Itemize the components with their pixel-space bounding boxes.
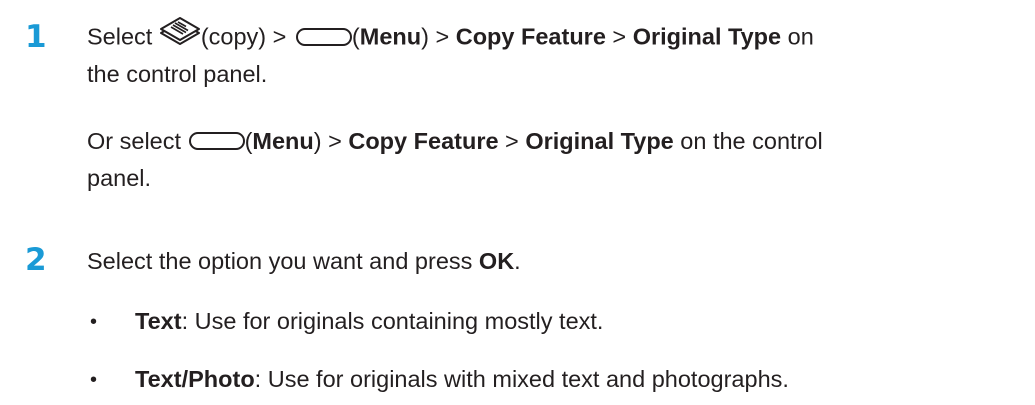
menu-label: Menu xyxy=(252,128,314,154)
instruction-text: ) > xyxy=(313,128,349,154)
instruction-text: on xyxy=(781,23,814,50)
instruction-text: ( xyxy=(351,23,360,50)
instruction-text: Or select xyxy=(87,128,188,154)
step-1-instruction-line-2: the control panel. xyxy=(87,61,268,87)
step-1-instruction: Select (copy) > (Menu) > Copy Feature > … xyxy=(87,17,1033,60)
step-number: 2 xyxy=(25,242,47,278)
step-1-alternative: Or select (Menu) > Copy Feature > Origin… xyxy=(87,122,1033,160)
ok-label: OK xyxy=(478,248,515,274)
step-2-instruction: Select the option you want and press OK. xyxy=(87,242,1033,280)
instruction-text: on the control xyxy=(673,128,823,154)
option-description: : Use for originals containing mostly te… xyxy=(181,308,604,334)
option-term: Text xyxy=(135,308,182,334)
bullet-marker: • xyxy=(90,369,98,391)
menu-button-icon xyxy=(188,131,245,150)
copy-icon xyxy=(159,15,201,58)
copy-feature-label: Copy Feature xyxy=(348,128,499,154)
instruction-text: > xyxy=(605,23,633,50)
instruction-text: Select xyxy=(87,23,159,50)
instruction-text: > xyxy=(498,128,526,154)
menu-button-icon xyxy=(295,27,352,46)
option-description: : Use for originals with mixed text and … xyxy=(254,366,789,392)
menu-label: Menu xyxy=(359,23,422,50)
original-type-label: Original Type xyxy=(632,23,782,50)
instruction-text: Select the option you want and press xyxy=(87,248,479,274)
instruction-text: ) > xyxy=(421,23,456,50)
step-number: 1 xyxy=(25,19,47,55)
copy-feature-label: Copy Feature xyxy=(455,23,606,50)
option-text-photo: Text/Photo: Use for originals with mixed… xyxy=(135,360,789,398)
original-type-label: Original Type xyxy=(525,128,674,154)
instruction-text: (copy) > xyxy=(200,23,293,50)
option-term: Text/Photo xyxy=(135,366,255,392)
instruction-text: . xyxy=(514,248,521,274)
bullet-marker: • xyxy=(90,311,98,333)
option-text: Text: Use for originals containing mostl… xyxy=(135,302,603,340)
step-1-alternative-line-2: panel. xyxy=(87,165,152,191)
